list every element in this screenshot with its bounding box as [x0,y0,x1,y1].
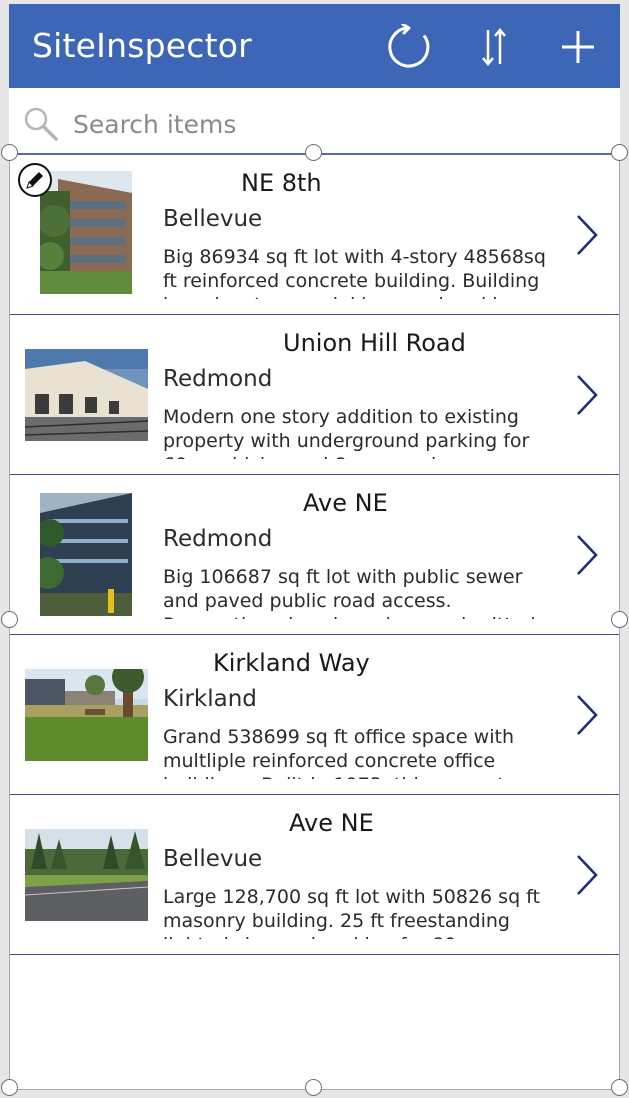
chevron-right-icon[interactable] [570,690,600,740]
item-city: Bellevue [163,846,263,872]
resize-handle-middle-left[interactable] [1,611,18,628]
search-input[interactable] [73,104,593,144]
resize-handle-top-left[interactable] [1,144,18,161]
add-icon[interactable] [555,24,601,70]
item-description: Modern one story addition to existing pr… [163,406,530,459]
list-item[interactable]: NE 8th Bellevue Big 86934 sq ft lot with… [10,155,619,315]
property-thumbnail [25,829,148,921]
title-bar: SiteInspector [9,4,620,88]
property-thumbnail [40,493,132,616]
resize-handle-bottom-left[interactable] [1,1079,18,1096]
item-city: Redmond [163,526,273,552]
item-description: Grand 538699 sq ft office space with mul… [163,726,516,779]
resize-handle-top-right[interactable] [611,144,628,161]
resize-handle-bottom-center[interactable] [305,1079,322,1096]
list-item[interactable]: Union Hill Road Redmond Modern one story… [10,315,619,475]
item-description: Big 86934 sq ft lot with 4-story 48568sq… [163,246,546,299]
item-title: Union Hill Road [283,329,466,357]
item-title: Ave NE [303,489,388,517]
edit-icon[interactable] [17,162,53,198]
resize-handle-middle-right[interactable] [611,611,628,628]
chevron-right-icon[interactable] [570,850,600,900]
list-item[interactable]: Kirkland Way Kirkland Grand 538699 sq ft… [10,635,619,795]
item-title: Ave NE [289,809,374,837]
item-description: Large 128,700 sq ft lot with 50826 sq ft… [163,886,540,939]
refresh-icon[interactable] [386,23,432,70]
resize-handle-bottom-right[interactable] [611,1079,628,1096]
property-thumbnail [25,669,148,761]
item-city: Redmond [163,366,273,392]
list-item[interactable]: Ave NE Redmond Big 106687 sq ft lot with… [10,475,619,635]
gallery: NE 8th Bellevue Big 86934 sq ft lot with… [9,153,620,1090]
resize-handle-top-center[interactable] [305,144,322,161]
item-description: Big 106687 sq ft lot with public sewer a… [163,566,536,619]
search-icon [23,106,59,142]
item-title: Kirkland Way [213,649,370,677]
item-title: NE 8th [241,169,322,197]
item-city: Bellevue [163,206,263,232]
property-thumbnail [25,349,148,441]
item-city: Kirkland [163,686,257,712]
app-title: SiteInspector [32,26,252,65]
chevron-right-icon[interactable] [570,370,600,420]
property-thumbnail [40,171,132,294]
chevron-right-icon[interactable] [570,210,600,260]
sort-icon[interactable] [471,24,517,70]
app-screen: SiteInspector Search items NE 8th Bellev… [9,4,620,1090]
chevron-right-icon[interactable] [570,530,600,580]
list-item[interactable]: Ave NE Bellevue Large 128,700 sq ft lot … [10,795,619,955]
